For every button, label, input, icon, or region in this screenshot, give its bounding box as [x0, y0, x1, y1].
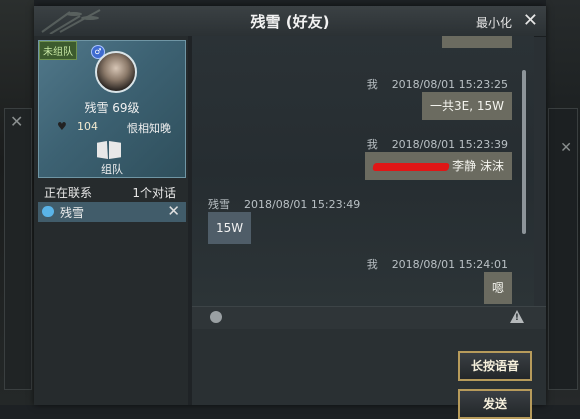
- message-text: 一共3E, 15W: [430, 99, 504, 113]
- team-button-label[interactable]: 组队: [39, 161, 185, 177]
- friend-profile-card: 未组队 ♂ 残雪 69级 ♥ 104 恨相知晚 组队: [38, 40, 186, 178]
- heart-icon: ♥: [57, 120, 67, 133]
- message-text: 嗯: [491, 281, 504, 295]
- intimacy-value: 104: [77, 120, 98, 133]
- background-right: ✕: [546, 0, 580, 405]
- contact-item[interactable]: 残雪 ✕: [38, 202, 186, 222]
- send-button[interactable]: 发送: [458, 389, 532, 419]
- friend-name-level: 残雪 69级: [84, 101, 140, 115]
- background-panel-left: [4, 108, 32, 390]
- contacts-header-left: 正在联系: [44, 186, 93, 200]
- message-text: 李静 沫沫: [452, 159, 504, 173]
- contacts-header: 正在联系 1个对话: [38, 182, 184, 200]
- message-sender: 残雪: [208, 198, 230, 211]
- avatar[interactable]: [95, 51, 137, 93]
- report-icon-mark: !: [514, 313, 519, 323]
- message-sender: 我: [366, 78, 378, 91]
- title-bar: 残雪 (好友) 最小化 ✕: [34, 6, 546, 37]
- contact-name: 残雪: [60, 206, 85, 220]
- redaction-mark: [372, 162, 450, 171]
- message-sender: 我: [366, 138, 378, 151]
- close-contact-icon[interactable]: ✕: [167, 202, 180, 220]
- message-bubble: 一共3E, 15W: [422, 92, 512, 120]
- team-status-badge: 未组队: [39, 41, 77, 60]
- chat-window: 残雪 (好友) 最小化 ✕ 未组队 ♂ 残雪 69级 ♥ 104 恨相知晚 组队…: [34, 6, 546, 419]
- background-close-icon: ✕: [560, 140, 572, 156]
- message-meta: 我 2018/08/01 15:23:39: [367, 136, 508, 152]
- background-left: ✕: [0, 0, 34, 405]
- message-bubble: 嗯: [483, 272, 512, 304]
- message-text: 15W: [216, 221, 244, 235]
- conversation-count: 1个对话: [132, 186, 176, 200]
- window-title: 残雪 (好友): [250, 13, 330, 31]
- message-meta: 我 2018/08/01 15:23:25: [367, 76, 508, 92]
- scrollbar[interactable]: [522, 70, 526, 234]
- input-toolbar: !: [192, 306, 546, 329]
- voice-button[interactable]: 长按语音: [458, 351, 532, 381]
- message-time: 2018/08/01 15:23:25: [391, 78, 508, 91]
- chat-bubble-icon: [42, 206, 54, 217]
- background-close-icon: ✕: [10, 112, 24, 131]
- team-icon-right[interactable]: [109, 141, 121, 159]
- message-input[interactable]: 长按语音 发送: [192, 329, 546, 419]
- message-time: 2018/08/01 15:23:49: [244, 198, 361, 211]
- message-list[interactable]: 我 2018/08/01 15:23:25 一共3E, 15W 我 2018/0…: [192, 36, 534, 306]
- message-sender: 我: [366, 258, 378, 271]
- emoji-icon[interactable]: [210, 311, 222, 323]
- message-meta: 残雪 2018/08/01 15:23:49: [208, 196, 360, 212]
- message-time: 2018/08/01 15:24:01: [391, 258, 508, 271]
- close-button[interactable]: ✕: [523, 10, 538, 31]
- message-meta: 我 2018/08/01 15:24:01: [367, 256, 508, 272]
- sidebar: 未组队 ♂ 残雪 69级 ♥ 104 恨相知晚 组队 正在联系 1个对话 残雪 …: [34, 36, 188, 405]
- message-bubble: 李静 沫沫: [365, 152, 512, 180]
- minimize-button[interactable]: 最小化: [476, 14, 512, 31]
- message-bubble-partial: [442, 36, 512, 48]
- friend-title: 恨相知晚: [127, 122, 171, 135]
- message-bubble: 15W: [208, 212, 252, 244]
- message-time: 2018/08/01 15:23:39: [391, 138, 508, 151]
